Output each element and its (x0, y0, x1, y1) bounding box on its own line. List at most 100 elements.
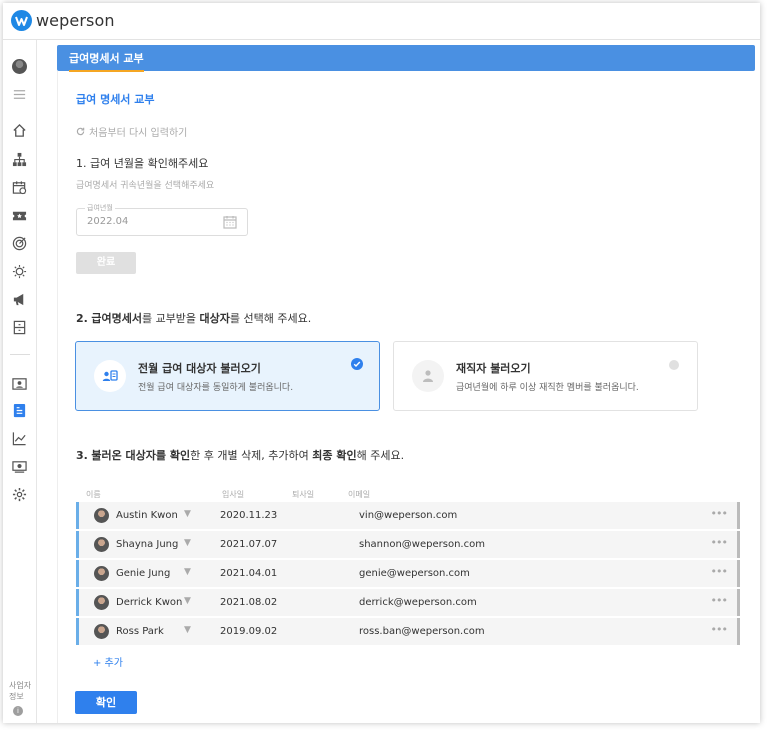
step2-title-part: 급여명세서 (91, 312, 142, 325)
member-name: Shayna Jung (116, 539, 179, 550)
more-options-icon[interactable]: ••• (711, 536, 728, 549)
step3-title-part: 해 주세요. (356, 449, 405, 462)
step1-subtitle: 급여명세서 귀속년월을 선택해주세요 (76, 181, 215, 191)
logo-text: weperson (36, 11, 115, 30)
table-row[interactable]: Ross Park ▼ 2019.09.02 ross.ban@weperson… (76, 618, 740, 645)
more-options-icon[interactable]: ••• (711, 623, 728, 636)
chevron-down-icon[interactable]: ▼ (184, 567, 191, 577)
table-row[interactable]: Shayna Jung ▼ 2021.07.07 shannon@weperso… (76, 531, 740, 558)
column-header-name: 이름 (86, 490, 101, 499)
org-chart-icon[interactable] (11, 151, 27, 167)
pay-month-field[interactable]: 급여년월 2022.04 (76, 203, 248, 236)
option-card-previous-month[interactable]: 전월 급여 대상자 불러오기 전월 급여 대상자를 동일하게 불러옵니다. (75, 341, 380, 411)
more-options-icon[interactable]: ••• (711, 565, 728, 578)
step1-title: 1. 급여 년월을 확인해주세요 (76, 155, 208, 171)
avatar (94, 595, 109, 610)
avatar (94, 566, 109, 581)
avatar[interactable] (12, 59, 27, 74)
money-icon[interactable] (11, 458, 27, 474)
member-name: Derrick Kwon (116, 597, 183, 608)
chevron-down-icon[interactable]: ▼ (184, 509, 191, 519)
tab-payslip-issue[interactable]: 급여명세서 교부 (69, 50, 144, 72)
check-icon (351, 358, 363, 370)
join-date: 2020.11.23 (220, 510, 278, 521)
reset-link-label: 처음부터 다시 입력하기 (89, 128, 188, 139)
step2-number: 2. (76, 312, 88, 325)
join-date: 2021.07.07 (220, 539, 278, 550)
chevron-down-icon[interactable]: ▼ (184, 538, 191, 548)
info-icon[interactable]: i (13, 706, 23, 716)
ticket-icon[interactable] (11, 207, 27, 223)
app-window: weperson 사업자정보 i 급여명세서 교부 급여 명세서 교부 처음부터… (3, 3, 760, 723)
step3-title: 3. 불러온 대상자를 확인한 후 개별 삭제, 추가하여 최종 확인해 주세요… (76, 447, 404, 463)
confirm-button[interactable]: 확인 (75, 691, 137, 714)
member-name: Ross Park (116, 626, 164, 637)
done-button[interactable]: 완료 (76, 252, 136, 274)
sidebar: 사업자정보 i (3, 40, 37, 723)
chevron-down-icon[interactable]: ▼ (184, 625, 191, 635)
chevron-down-icon[interactable]: ▼ (184, 596, 191, 606)
member-name: Austin Kwon (116, 510, 178, 521)
pay-month-value: 2022.04 (87, 216, 129, 227)
calendar-icon[interactable] (223, 215, 237, 229)
step1-text: 급여 년월을 확인해주세요 (90, 157, 209, 170)
more-options-icon[interactable]: ••• (711, 594, 728, 607)
tab-bar: 급여명세서 교부 (57, 45, 755, 72)
step3-title-part: 불러온 대상자를 확인 (91, 449, 191, 462)
page-title: 급여 명세서 교부 (76, 93, 155, 106)
join-date: 2021.08.02 (220, 597, 278, 608)
member-email: ross.ban@weperson.com (359, 626, 485, 637)
member-email: shannon@weperson.com (359, 539, 485, 550)
calendar-icon[interactable] (11, 179, 27, 195)
id-card-icon[interactable] (11, 375, 27, 391)
menu-icon[interactable] (11, 86, 27, 102)
pay-month-label: 급여년월 (85, 203, 115, 213)
join-date: 2019.09.02 (220, 626, 278, 637)
refresh-icon (76, 127, 85, 136)
table-row[interactable]: Austin Kwon ▼ 2020.11.23 vin@weperson.co… (76, 502, 740, 529)
option-card-title: 전월 급여 대상자 불러오기 (138, 362, 261, 375)
step2-title: 2. 급여명세서를 교부받을 대상자를 선택해 주세요. (76, 310, 311, 326)
step3-number: 3. (76, 449, 88, 462)
avatar (94, 537, 109, 552)
avatar (94, 624, 109, 639)
home-icon[interactable] (11, 122, 27, 138)
table-row[interactable]: Derrick Kwon ▼ 2021.08.02 derrick@wepers… (76, 589, 740, 616)
option-card-title: 재직자 불러오기 (456, 362, 531, 375)
step3-title-part: 최종 확인 (312, 449, 357, 462)
column-header-leave-date: 퇴사일 (292, 490, 315, 499)
group-icon (94, 360, 126, 392)
join-date: 2021.04.01 (220, 568, 278, 579)
option-card-desc: 전월 급여 대상자를 동일하게 불러옵니다. (138, 383, 294, 393)
reset-link[interactable]: 처음부터 다시 입력하기 (76, 124, 187, 139)
step1-number: 1. (76, 157, 87, 170)
member-email: genie@weperson.com (359, 568, 470, 579)
avatar (94, 508, 109, 523)
step2-title-part: 를 교부받을 (141, 312, 200, 325)
top-bar: weperson (3, 3, 760, 40)
column-header-join-date: 입사일 (222, 490, 245, 499)
member-email: derrick@weperson.com (359, 597, 477, 608)
logo-icon (11, 10, 32, 31)
target-icon[interactable] (11, 235, 27, 251)
person-icon (412, 360, 444, 392)
chart-icon[interactable] (11, 430, 27, 446)
step2-title-part: 를 선택해 주세요. (229, 312, 312, 325)
add-member-link[interactable]: + 추가 (93, 654, 123, 669)
cabinet-icon[interactable] (11, 319, 27, 335)
megaphone-icon[interactable] (11, 291, 27, 307)
member-name: Genie Jung (116, 568, 171, 579)
sidebar-divider (10, 354, 30, 355)
option-card-desc: 급여년월에 하루 이상 재직한 멤버를 불러옵니다. (456, 383, 639, 393)
unchecked-radio-icon (669, 360, 679, 370)
main-content: 급여 명세서 교부 처음부터 다시 입력하기 1. 급여 년월을 확인해주세요 … (57, 71, 755, 723)
column-header-email: 이메일 (348, 490, 371, 499)
payslip-icon[interactable] (11, 402, 27, 418)
table-row[interactable]: Genie Jung ▼ 2021.04.01 genie@weperson.c… (76, 560, 740, 587)
more-options-icon[interactable]: ••• (711, 507, 728, 520)
option-card-employed[interactable]: 재직자 불러오기 급여년월에 하루 이상 재직한 멤버를 불러옵니다. (393, 341, 698, 411)
settings-icon[interactable] (11, 486, 27, 502)
logo[interactable]: weperson (11, 10, 115, 31)
business-info-link[interactable]: 사업자정보 (9, 680, 33, 702)
idea-icon[interactable] (11, 263, 27, 279)
